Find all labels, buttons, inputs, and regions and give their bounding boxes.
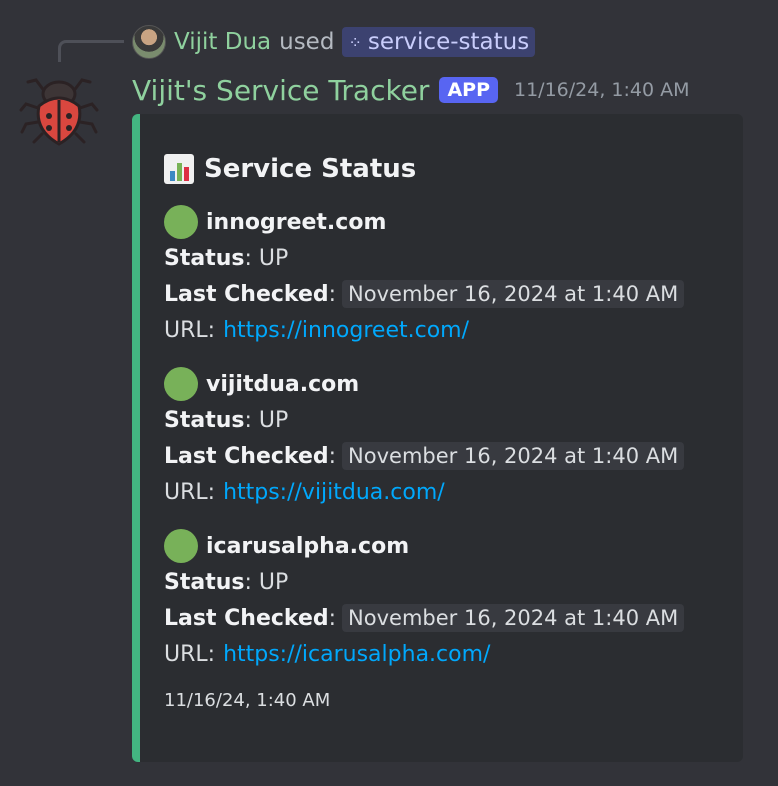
reply-username[interactable]: Vijit Dua bbox=[174, 29, 271, 55]
bot-avatar[interactable] bbox=[18, 70, 100, 148]
message-header: Vijit's Service Tracker APP 11/16/24, 1:… bbox=[132, 70, 690, 110]
service-url-link[interactable]: https://vijitdua.com/ bbox=[223, 480, 445, 505]
colon: : bbox=[328, 281, 337, 307]
user-avatar[interactable] bbox=[132, 25, 166, 59]
bot-name[interactable]: Vijit's Service Tracker bbox=[132, 74, 429, 107]
last-checked-timestamp[interactable]: November 16, 2024 at 1:40 AM bbox=[342, 280, 685, 308]
embed-title: Service Status bbox=[164, 148, 727, 190]
used-label: used bbox=[279, 29, 335, 55]
service-name-row: icarusalpha.com bbox=[164, 528, 727, 564]
command-mention[interactable]: ⁘ service-status bbox=[342, 27, 536, 57]
command-reply-header: Vijit Dua used ⁘ service-status bbox=[132, 24, 536, 60]
status-row: Status : UP bbox=[164, 402, 727, 438]
service-name: icarusalpha.com bbox=[206, 533, 410, 559]
slash-command-icon: ⁘ bbox=[348, 32, 362, 52]
last-checked-label: Last Checked bbox=[164, 443, 329, 469]
last-checked-timestamp[interactable]: November 16, 2024 at 1:40 AM bbox=[342, 442, 685, 470]
bar-chart-icon bbox=[164, 154, 194, 184]
embed-title-text: Service Status bbox=[204, 154, 417, 184]
command-name: service-status bbox=[367, 29, 530, 55]
service-url-link[interactable]: https://innogreet.com/ bbox=[223, 318, 469, 343]
last-checked-label: Last Checked bbox=[164, 605, 329, 631]
service-name: innogreet.com bbox=[206, 209, 387, 235]
url-row: URL: https://vijitdua.com/ bbox=[164, 474, 727, 510]
service-name-row: innogreet.com bbox=[164, 204, 727, 240]
url-row: URL: https://icarusalpha.com/ bbox=[164, 636, 727, 672]
last-checked-row: Last Checked: November 16, 2024 at 1:40 … bbox=[164, 276, 727, 312]
service-name: vijitdua.com bbox=[206, 371, 360, 397]
embed-footer-timestamp: 11/16/24, 1:40 AM bbox=[164, 690, 331, 711]
service-entry: vijitdua.com Status : UP Last Checked: N… bbox=[164, 366, 727, 510]
app-badge: APP bbox=[439, 77, 498, 103]
status-label: Status bbox=[164, 407, 245, 433]
service-url-link[interactable]: https://icarusalpha.com/ bbox=[223, 642, 490, 667]
url-label: URL: bbox=[164, 479, 216, 505]
green-circle-icon bbox=[164, 205, 198, 239]
colon: : bbox=[328, 443, 337, 469]
service-status-embed: Service Status innogreet.com Status : UP… bbox=[132, 114, 743, 762]
service-entry: innogreet.com Status : UP Last Checked: … bbox=[164, 204, 727, 348]
status-value: : UP bbox=[244, 407, 289, 433]
url-label: URL: bbox=[164, 317, 216, 343]
green-circle-icon bbox=[164, 367, 198, 401]
colon: : bbox=[328, 605, 337, 631]
last-checked-timestamp[interactable]: November 16, 2024 at 1:40 AM bbox=[342, 604, 685, 632]
last-checked-label: Last Checked bbox=[164, 281, 329, 307]
green-circle-icon bbox=[164, 529, 198, 563]
status-value: : UP bbox=[244, 245, 289, 271]
service-name-row: vijitdua.com bbox=[164, 366, 727, 402]
embed-accent-bar bbox=[132, 114, 140, 762]
bug-icon bbox=[19, 78, 99, 146]
status-row: Status : UP bbox=[164, 240, 727, 276]
url-row: URL: https://innogreet.com/ bbox=[164, 312, 727, 348]
reply-connector bbox=[58, 40, 124, 62]
status-label: Status bbox=[164, 569, 245, 595]
service-entry: icarusalpha.com Status : UP Last Checked… bbox=[164, 528, 727, 672]
url-label: URL: bbox=[164, 641, 216, 667]
status-value: : UP bbox=[244, 569, 289, 595]
last-checked-row: Last Checked: November 16, 2024 at 1:40 … bbox=[164, 600, 727, 636]
last-checked-row: Last Checked: November 16, 2024 at 1:40 … bbox=[164, 438, 727, 474]
status-row: Status : UP bbox=[164, 564, 727, 600]
message-timestamp[interactable]: 11/16/24, 1:40 AM bbox=[514, 79, 690, 101]
status-label: Status bbox=[164, 245, 245, 271]
